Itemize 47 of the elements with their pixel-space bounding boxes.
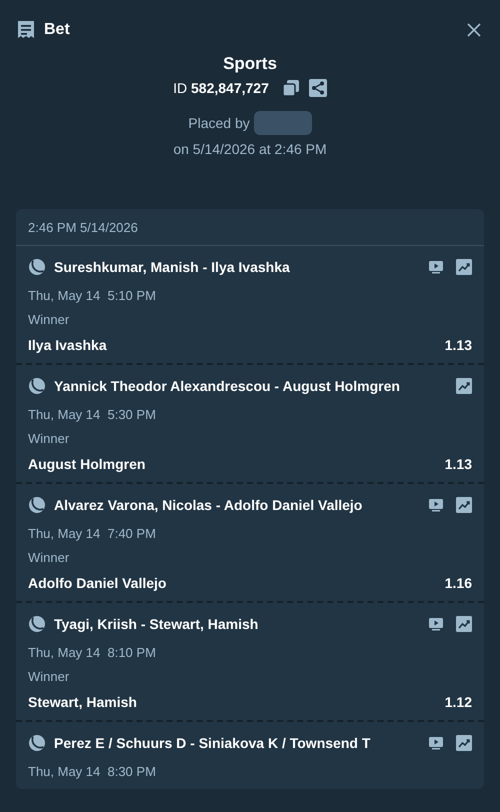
stats-icon[interactable] bbox=[456, 735, 472, 751]
event-datetime: Thu, May 14 7:40 PM bbox=[28, 526, 157, 541]
bet-id: ID 582,847,727 bbox=[173, 80, 269, 96]
odds-value: 1.13 bbox=[444, 456, 472, 472]
tv-icon[interactable] bbox=[428, 497, 444, 513]
bet-type: Sports bbox=[223, 54, 277, 74]
selection-name: Stewart, Hamish bbox=[28, 694, 137, 710]
tv-icon[interactable] bbox=[428, 735, 444, 751]
selection-name: Adolfo Daniel Vallejo bbox=[28, 575, 166, 591]
receipt-icon bbox=[17, 20, 35, 40]
placed-date: on 5/14/2026 at 2:46 PM bbox=[173, 141, 327, 157]
tennis-ball-icon bbox=[28, 377, 46, 395]
event-datetime: Thu, May 14 5:30 PM bbox=[28, 407, 157, 422]
stats-icon[interactable] bbox=[456, 378, 472, 394]
market-name: Winner bbox=[28, 669, 70, 684]
match-title[interactable]: Tyagi, Kriish - Stewart, Hamish bbox=[54, 616, 258, 632]
placed-by-label: Placed by bbox=[188, 115, 250, 131]
event-datetime: Thu, May 14 5:10 PM bbox=[28, 288, 157, 303]
selection-name: Ilya Ivashka bbox=[28, 337, 107, 353]
share-icon[interactable] bbox=[308, 79, 327, 97]
event-datetime: Thu, May 14 8:10 PM bbox=[28, 645, 157, 660]
tv-icon[interactable] bbox=[428, 616, 444, 632]
match-title[interactable]: Alvarez Varona, Nicolas - Adolfo Daniel Vallejo bbox=[54, 497, 362, 513]
dialog-title: Bet bbox=[44, 21, 70, 39]
odds-value: 1.13 bbox=[444, 337, 472, 353]
tennis-ball-icon bbox=[28, 258, 46, 276]
match-title[interactable]: Yannick Theodor Alexandrescou - August Holmgren bbox=[54, 378, 400, 394]
odds-value: 1.12 bbox=[444, 694, 472, 710]
tennis-ball-icon bbox=[28, 496, 46, 514]
match-title[interactable]: Perez E / Schuurs D - Siniakova K / Townsend T bbox=[54, 735, 370, 751]
tennis-ball-icon bbox=[28, 734, 46, 752]
selection-name: August Holmgren bbox=[28, 456, 146, 472]
event-datetime: Thu, May 14 8:30 PM bbox=[28, 764, 157, 779]
stats-icon[interactable] bbox=[456, 497, 472, 513]
card-timestamp: 2:46 PM 5/14/2026 bbox=[16, 209, 484, 246]
tennis-ball-icon bbox=[28, 615, 46, 633]
market-name: Winner bbox=[28, 550, 70, 565]
stats-icon[interactable] bbox=[456, 259, 472, 275]
redacted-name bbox=[254, 111, 312, 135]
copy-icon[interactable] bbox=[282, 79, 300, 97]
match-title[interactable]: Sureshkumar, Manish - Ilya Ivashka bbox=[54, 259, 290, 275]
close-icon[interactable] bbox=[466, 22, 482, 38]
market-name: Winner bbox=[28, 312, 70, 327]
tv-icon[interactable] bbox=[428, 259, 444, 275]
odds-value: 1.16 bbox=[444, 575, 472, 591]
market-name: Winner bbox=[28, 431, 70, 446]
stats-icon[interactable] bbox=[456, 616, 472, 632]
